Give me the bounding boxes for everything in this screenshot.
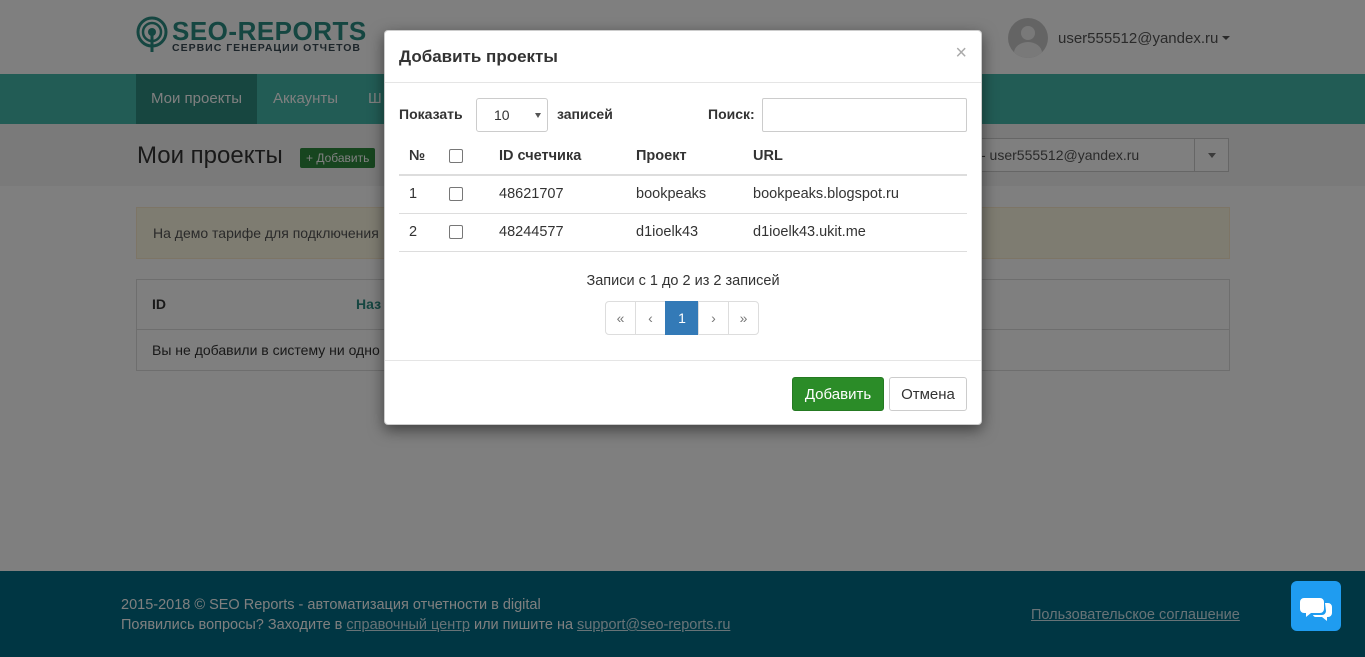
row-project: d1ioelk43 (626, 213, 743, 252)
table-info: Записи с 1 до 2 из 2 записей (586, 273, 780, 289)
pager-current-page[interactable]: 1 (665, 301, 699, 335)
search-label: Поиск: (708, 106, 755, 122)
show-label: Показать (399, 106, 463, 122)
row-counter-id: 48244577 (489, 213, 626, 252)
pager-first-button[interactable]: « (605, 301, 636, 335)
add-button[interactable]: Добавить (792, 377, 884, 411)
column-header-number[interactable]: № (399, 138, 439, 176)
select-all-checkbox[interactable] (449, 149, 463, 164)
row-url: bookpeaks.blogspot.ru (743, 175, 967, 214)
row-url: d1ioelk43.ukit.me (743, 213, 967, 252)
modal-header: Добавить проекты × (385, 31, 981, 83)
chevron-down-icon (535, 113, 541, 118)
cancel-button[interactable]: Отмена (889, 377, 967, 411)
close-icon[interactable]: × (955, 43, 967, 63)
entries-label: записей (557, 106, 613, 122)
row-number: 2 (399, 213, 439, 252)
search-input[interactable] (762, 98, 967, 132)
pager-prev-button[interactable]: ‹ (635, 301, 666, 335)
column-header-counter-id[interactable]: ID счетчика (489, 138, 626, 176)
row-checkbox[interactable] (449, 187, 463, 202)
row-checkbox[interactable] (449, 225, 463, 240)
add-projects-modal: Добавить проекты × Показать 10 записей П… (384, 30, 982, 425)
modal-title: Добавить проекты (399, 47, 558, 66)
column-header-project[interactable]: Проект (626, 138, 743, 176)
projects-picker-table: № ID счетчика Проект URL 1 48621707 book… (399, 138, 967, 252)
row-number: 1 (399, 175, 439, 214)
chat-button[interactable] (1291, 581, 1341, 631)
table-row[interactable]: 1 48621707 bookpeaks bookpeaks.blogspot.… (399, 175, 967, 214)
modal-footer: Добавить Отмена (385, 360, 981, 424)
column-header-url[interactable]: URL (743, 138, 967, 176)
pager-next-button[interactable]: › (698, 301, 729, 335)
page-length-select[interactable]: 10 (476, 98, 548, 132)
chat-bubbles-icon (1300, 598, 1332, 621)
pagination: « ‹ 1 › » (605, 301, 759, 335)
table-row[interactable]: 2 48244577 d1ioelk43 d1ioelk43.ukit.me (399, 213, 967, 252)
row-project: bookpeaks (626, 175, 743, 214)
row-counter-id: 48621707 (489, 175, 626, 214)
pager-last-button[interactable]: » (728, 301, 759, 335)
column-header-select[interactable] (439, 138, 489, 176)
page-length-value: 10 (494, 107, 510, 123)
